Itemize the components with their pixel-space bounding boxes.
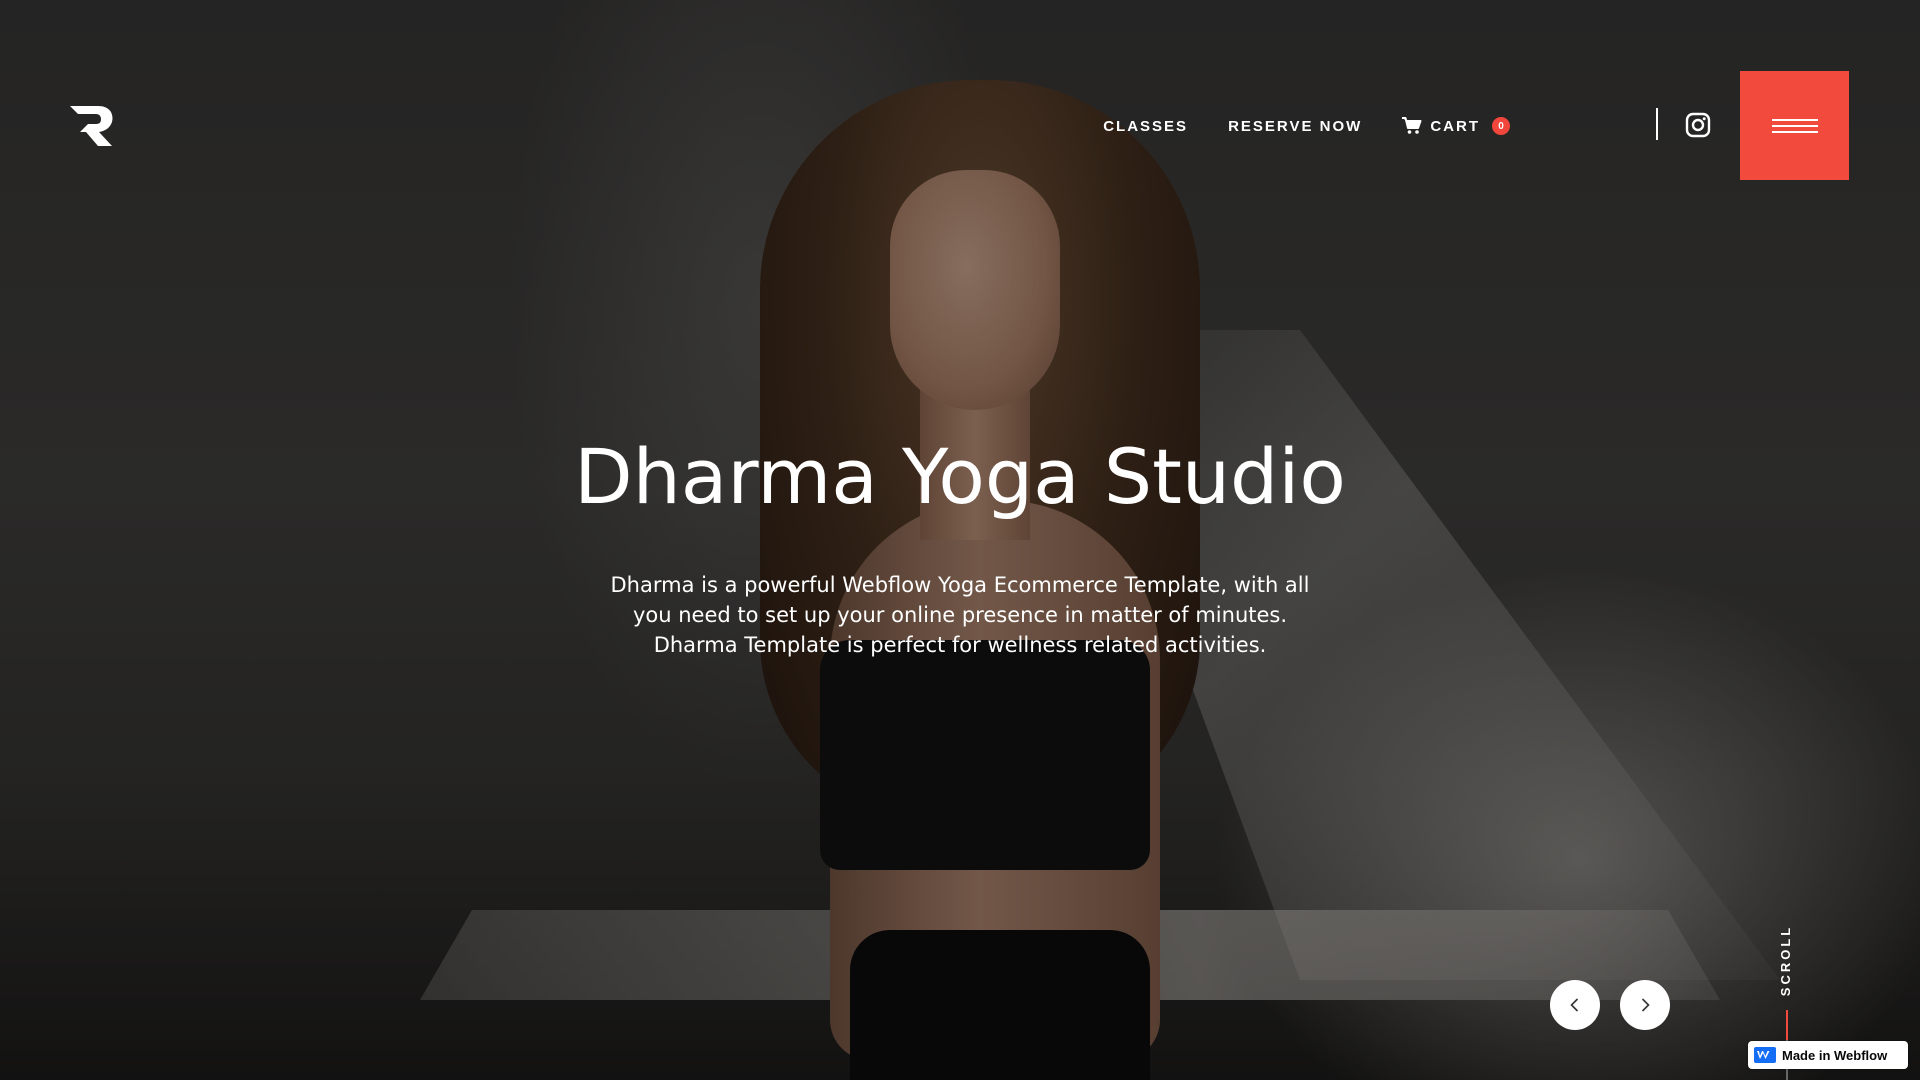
hero-title: Dharma Yoga Studio xyxy=(574,432,1346,521)
scroll-label: SCROLL xyxy=(1778,924,1794,996)
hamburger-icon xyxy=(1771,118,1818,133)
r-logo-icon[interactable] xyxy=(68,102,116,148)
cart-label: CART xyxy=(1430,117,1480,135)
cart-icon xyxy=(1402,117,1422,134)
slider-next-button[interactable] xyxy=(1620,980,1670,1030)
menu-button[interactable] xyxy=(1740,71,1849,180)
main-nav: CLASSES RESERVE NOW CART 0 xyxy=(1103,112,1510,140)
nav-divider xyxy=(1656,108,1658,140)
scroll-progress-line xyxy=(1786,1010,1788,1040)
chevron-right-icon xyxy=(1641,998,1650,1012)
nav-link-classes[interactable]: CLASSES xyxy=(1103,118,1188,135)
cart-button[interactable]: CART 0 xyxy=(1402,117,1510,135)
instagram-icon[interactable] xyxy=(1685,112,1711,138)
hero-description: Dharma is a powerful Webflow Yoga Ecomme… xyxy=(610,573,1310,657)
hero-section: CLASSES RESERVE NOW CART 0 Dharma Yoga S… xyxy=(0,0,1920,1080)
nav-link-reserve-now[interactable]: RESERVE NOW xyxy=(1228,118,1362,135)
chevron-left-icon xyxy=(1570,998,1579,1012)
slider-prev-button[interactable] xyxy=(1550,980,1600,1030)
badge-label: Made in Webflow xyxy=(1782,1047,1888,1063)
scroll-indicator[interactable]: SCROLL xyxy=(1768,920,1804,1000)
made-in-webflow-badge[interactable]: Made in Webflow xyxy=(1748,1041,1908,1069)
cart-count-badge: 0 xyxy=(1492,117,1510,135)
webflow-icon xyxy=(1754,1047,1776,1063)
hero-dark-overlay xyxy=(0,0,1920,1080)
